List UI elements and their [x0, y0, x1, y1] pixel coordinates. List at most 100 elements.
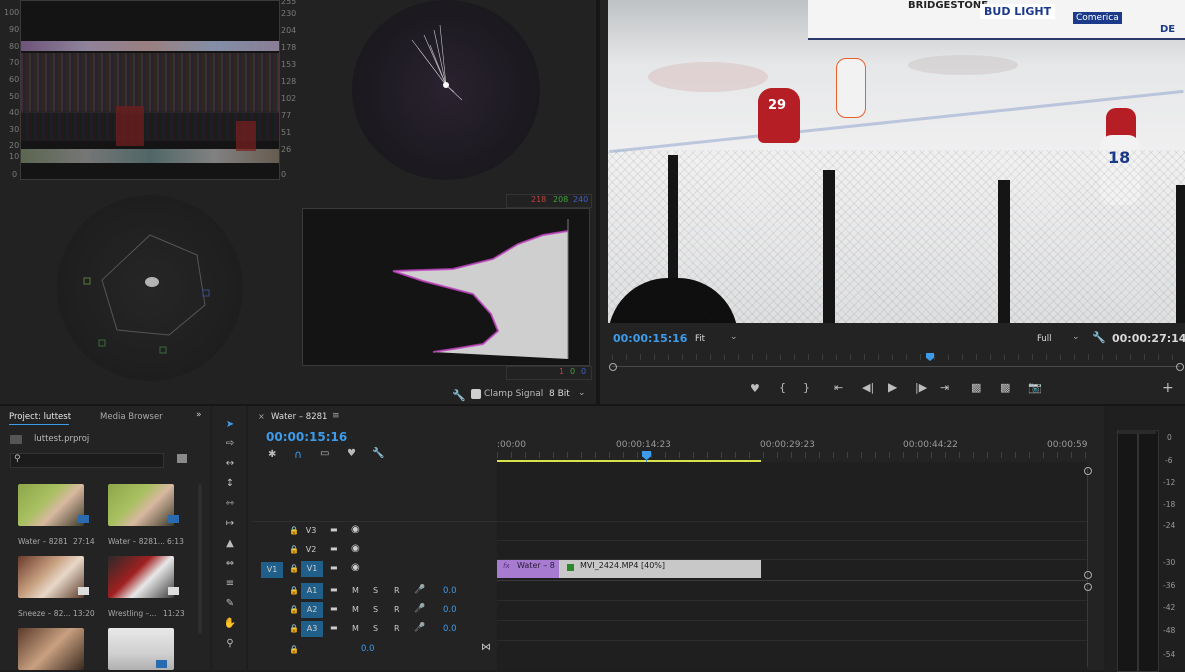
timeline-settings-icon[interactable]: 🔧 — [372, 448, 384, 459]
toggle-sync-icon[interactable]: ▬ — [330, 585, 338, 594]
ripple-edit-tool-icon[interactable]: ↔ — [222, 457, 238, 471]
program-ruler[interactable] — [612, 354, 1180, 360]
add-button-icon[interactable]: + — [1162, 380, 1174, 396]
track-a1-volume[interactable]: 0.0 — [443, 586, 457, 596]
track-a2-label[interactable]: A2 — [301, 602, 323, 618]
slide-tool-icon[interactable]: ⇔ — [222, 557, 238, 571]
add-marker-icon[interactable]: ♥ — [750, 382, 760, 395]
thumbnail-water-1[interactable] — [18, 484, 84, 526]
project-search-input[interactable]: ⚲ — [10, 453, 164, 468]
clamp-signal-checkbox[interactable] — [471, 389, 481, 399]
timeline-clip-mvi[interactable]: MVI_2424.MP4 [40%] — [559, 560, 761, 578]
source-v1-patch[interactable]: V1 — [261, 562, 283, 578]
close-icon[interactable]: × — [258, 412, 265, 421]
timeline-tab-title[interactable]: Water – 8281 — [271, 412, 327, 422]
go-to-in-icon[interactable]: ⇤ — [834, 381, 843, 394]
track-a3-volume[interactable]: 0.0 — [443, 624, 457, 634]
add-marker-icon[interactable]: ♥ — [347, 448, 356, 459]
toggle-sync-icon[interactable]: ▬ — [330, 525, 338, 534]
slip-tool-icon[interactable]: ▲ — [222, 537, 238, 551]
solo-button[interactable]: S — [373, 586, 378, 595]
track-a1-label[interactable]: A1 — [301, 583, 323, 599]
thumbnail-wrestling[interactable] — [108, 556, 174, 598]
rate-stretch-tool-icon[interactable]: ⇿ — [222, 497, 238, 511]
lock-icon[interactable]: 🔒 — [289, 564, 299, 573]
mute-button[interactable]: M — [352, 586, 359, 595]
master-volume[interactable]: 0.0 — [361, 644, 375, 654]
tab-project[interactable]: Project: luttest — [9, 412, 71, 422]
tab-media-browser[interactable]: Media Browser — [100, 412, 163, 422]
track-v2-label[interactable]: V2 — [301, 543, 321, 557]
lock-icon[interactable]: 🔒 — [289, 586, 299, 595]
new-bin-icon[interactable] — [177, 454, 187, 463]
step-back-icon[interactable]: ◀| — [862, 381, 874, 394]
settings-wrench-icon[interactable]: 🔧 — [1092, 331, 1106, 344]
toggle-sync-icon[interactable]: ▬ — [330, 563, 338, 572]
scroll-handle[interactable] — [198, 484, 202, 634]
pen-tool-icon[interactable]: ≡ — [222, 577, 238, 591]
wrench-icon[interactable]: 🔧 — [452, 389, 466, 402]
fit-select[interactable]: Fit — [695, 334, 705, 344]
track-v1-label[interactable]: V1 — [301, 561, 323, 577]
bit-depth-select[interactable]: 8 Bit — [549, 389, 570, 399]
program-scrubber[interactable] — [609, 362, 1184, 371]
toggle-sync-icon[interactable]: ▬ — [330, 544, 338, 553]
track-a3-label[interactable]: A3 — [301, 621, 323, 637]
lock-icon[interactable]: 🔒 — [289, 545, 299, 554]
solo-button[interactable]: S — [373, 605, 378, 614]
parade-values-top: 218 208 240 — [506, 194, 592, 208]
lock-icon[interactable]: 🔒 — [289, 624, 299, 633]
snap-icon[interactable]: ∩ — [294, 448, 302, 461]
eye-icon[interactable]: ◉ — [351, 562, 360, 573]
program-current-time[interactable]: 00:00:15:16 — [613, 332, 687, 345]
clip-name-water: Water – 8 — [517, 561, 555, 570]
timeline-vscroll[interactable] — [1084, 467, 1092, 667]
rolling-edit-tool-icon[interactable]: ↕ — [222, 477, 238, 491]
timeline-ruler[interactable]: :00:00 00:00:14:23 00:00:29:23 00:00:44:… — [497, 430, 1087, 462]
eye-icon[interactable]: ◉ — [351, 543, 360, 554]
mark-out-icon[interactable]: } — [803, 381, 810, 394]
insert-icon[interactable]: ▩ — [971, 381, 981, 394]
microphone-icon[interactable]: 🎤 — [414, 623, 425, 633]
lock-icon[interactable]: 🔒 — [289, 605, 299, 614]
timeline-clip-water[interactable]: fx Water – 8 — [497, 560, 559, 578]
toggle-sync-icon[interactable]: ▬ — [330, 623, 338, 632]
magnify-tool-icon[interactable]: ⚲ — [222, 637, 238, 651]
thumbnail-label: Sneeze – 82... — [18, 609, 71, 618]
razor-tool-icon[interactable]: ↦ — [222, 517, 238, 531]
microphone-icon[interactable]: 🎤 — [414, 604, 425, 614]
zoom-tool-icon[interactable]: ✋ — [222, 617, 238, 631]
record-button[interactable]: R — [394, 586, 400, 595]
go-to-out-icon[interactable]: ⇥ — [940, 381, 949, 394]
hand-tool-icon[interactable]: ✎ — [222, 597, 238, 611]
thumbnail-water-2[interactable] — [108, 484, 174, 526]
linked-selection-icon[interactable]: ▭ — [320, 448, 329, 459]
overwrite-icon[interactable]: ▩ — [1000, 381, 1010, 394]
nest-toggle-icon[interactable]: ✱ — [268, 449, 276, 460]
mark-in-icon[interactable]: { — [779, 381, 786, 394]
microphone-icon[interactable]: 🎤 — [414, 585, 425, 595]
selection-tool-icon[interactable]: ➤ — [222, 418, 238, 432]
mute-button[interactable]: M — [352, 605, 359, 614]
thumbnail-clip-5[interactable] — [18, 628, 84, 670]
toggle-sync-icon[interactable]: ▬ — [330, 604, 338, 613]
lock-icon[interactable]: 🔒 — [289, 526, 299, 535]
mute-button[interactable]: M — [352, 624, 359, 633]
lock-icon[interactable]: 🔒 — [289, 645, 299, 654]
play-icon[interactable]: ▶ — [888, 380, 897, 394]
hamburger-menu-icon[interactable]: ≡ — [332, 411, 340, 421]
quality-select[interactable]: Full — [1037, 334, 1052, 344]
panel-menu-icon[interactable]: » — [196, 410, 202, 420]
timeline-current-time[interactable]: 00:00:15:16 — [266, 430, 347, 444]
export-frame-icon[interactable]: 📷 — [1028, 381, 1042, 394]
eye-icon[interactable]: ◉ — [351, 524, 360, 535]
record-button[interactable]: R — [394, 605, 400, 614]
track-select-tool-icon[interactable]: ⇨ — [222, 437, 238, 451]
record-button[interactable]: R — [394, 624, 400, 633]
track-v3-label[interactable]: V3 — [301, 524, 321, 538]
thumbnail-sneeze[interactable] — [18, 556, 84, 598]
master-expand-icon[interactable]: ⋈ — [481, 642, 491, 653]
solo-button[interactable]: S — [373, 624, 378, 633]
track-a2-volume[interactable]: 0.0 — [443, 605, 457, 615]
step-forward-icon[interactable]: |▶ — [915, 381, 927, 394]
